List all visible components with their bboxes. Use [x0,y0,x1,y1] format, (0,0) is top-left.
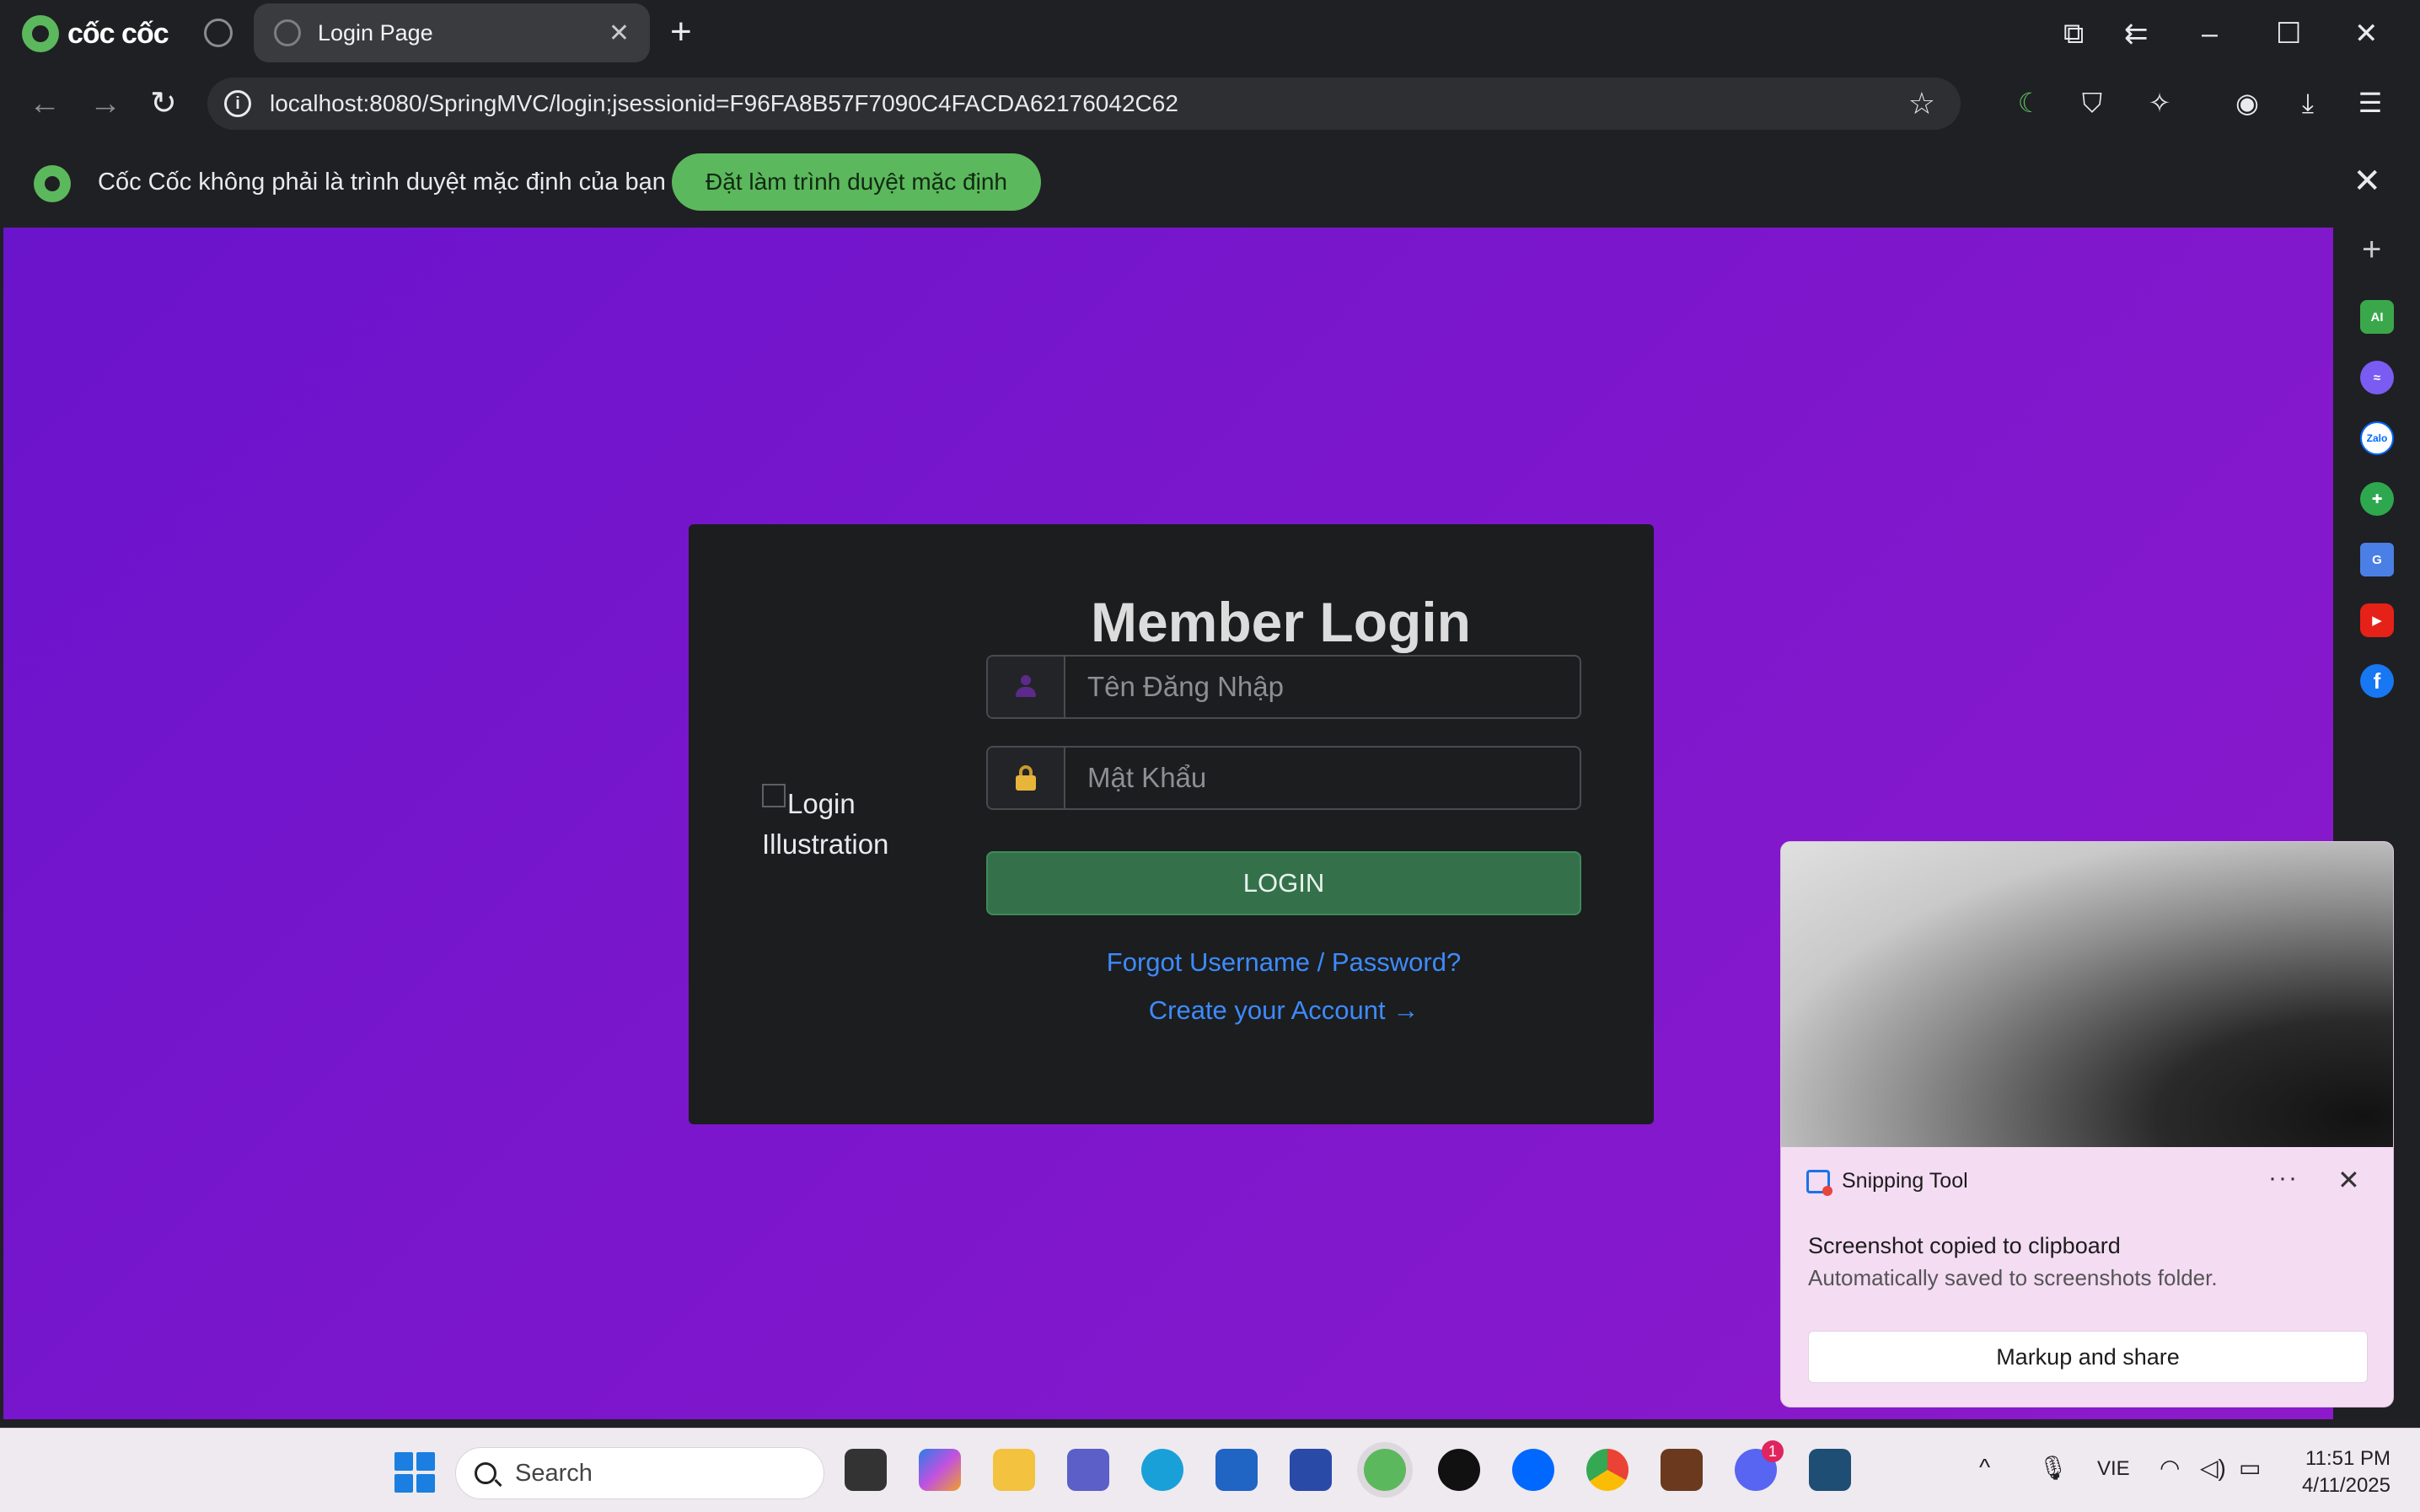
discord-badge: 1 [1762,1440,1784,1462]
game-app-icon[interactable] [1661,1449,1703,1491]
microphone-icon[interactable]: 🎙 [2038,1454,2069,1482]
search-label: Search [515,1459,593,1487]
infobar-message: Cốc Cốc không phải là trình duyệt mặc đị… [98,169,666,196]
notification-header: Snipping Tool [1806,1169,1968,1196]
windows-start-icon[interactable] [394,1452,435,1493]
file-explorer-icon[interactable] [993,1449,1035,1491]
zalo-taskbar-icon[interactable] [1512,1449,1554,1491]
youtube-icon[interactable]: ▶ [2360,603,2394,637]
minimize-icon[interactable]: – [2202,13,2218,54]
messenger-icon[interactable]: ≈ [2360,361,2394,394]
extensions-puzzle-icon[interactable]: ✧ [2143,86,2176,120]
snipping-tool-icon [1806,1169,1832,1196]
forward-arrow-icon[interactable]: → [89,84,121,123]
username-field [986,655,1581,719]
windows-taskbar: Search 1 ^ 🎙 VIE ◠ ◁) ▭ 11:51 PM 4/11/20… [0,1428,2420,1512]
taskbar-search[interactable]: Search [455,1447,824,1499]
browser-toolbar: ← → ↻ i localhost:8080/SpringMVC/login;j… [0,69,2420,138]
tab-bar: cốc cốc Login Page ✕ + ⧉ ⇇ – ☐ ✕ [0,0,2420,69]
search-icon [475,1462,496,1484]
lock-icon [988,748,1065,808]
bookmark-star-icon[interactable]: ☆ [1908,86,1935,121]
mysql-workbench-icon[interactable] [1809,1449,1851,1491]
teams-icon[interactable] [1067,1449,1109,1491]
volume-icon[interactable]: ◁) [2200,1454,2226,1482]
login-illustration-image: Login Illustration [762,784,922,865]
close-window-icon[interactable]: ✕ [2354,13,2379,54]
task-view-icon[interactable] [845,1449,887,1491]
forgot-password-link[interactable]: Forgot Username / Password? [986,947,1581,978]
tab-list-icon[interactable]: ⇇ [2124,13,2149,54]
password-field [986,746,1581,810]
login-button[interactable]: LOGIN [986,851,1581,915]
notification-subtitle: Automatically saved to screenshots folde… [1808,1265,2218,1290]
notification-title: Screenshot copied to clipboard [1808,1233,2121,1258]
username-input[interactable] [1065,657,1580,717]
default-browser-infobar: Cốc Cốc không phải là trình duyệt mặc đị… [0,138,2420,228]
ai-icon[interactable]: AI [2360,300,2394,334]
url-text[interactable]: localhost:8080/SpringMVC/login;jsessioni… [270,90,1178,117]
language-indicator[interactable]: VIE [2097,1457,2130,1481]
login-card: Login Illustration Member Login LOGIN Fo… [689,524,1654,1124]
create-account-link[interactable]: Create your Account → [986,995,1581,1026]
profile-icon[interactable]: ◉ [2230,86,2264,120]
game-icon[interactable]: ✚ [2360,482,2394,516]
vmware-icon[interactable] [1290,1449,1332,1491]
tab-title: Login Page [318,19,433,46]
maximize-icon[interactable]: ☐ [2276,13,2301,54]
zalo-icon[interactable]: Zalo [2360,421,2394,455]
infobar-close-icon[interactable]: ✕ [2353,162,2381,201]
coccoc-infobar-logo-icon [34,165,71,202]
chrome-icon[interactable] [1586,1449,1629,1491]
browser-brand[interactable]: cốc cốc [22,13,169,54]
snipping-tool-notification[interactable]: Snipping Tool ··· ✕ Screenshot copied to… [1780,841,2394,1407]
copilot-icon[interactable] [919,1449,961,1491]
taskbar-clock[interactable]: 11:51 PM 4/11/2025 [2289,1445,2390,1499]
notification-more-icon[interactable]: ··· [2268,1164,2299,1193]
markup-and-share-button[interactable]: Markup and share [1808,1331,2368,1383]
shield-icon[interactable]: ⛉ [2075,86,2109,120]
notification-close-icon[interactable]: ✕ [2337,1164,2360,1196]
tab-favicon-icon [274,19,301,46]
browser-brand-text: cốc cốc [67,17,169,50]
new-tab-button[interactable]: + [670,12,692,52]
side-panel-add-icon[interactable]: + [2362,231,2381,269]
wifi-icon[interactable]: ◠ [2160,1454,2180,1482]
site-info-icon[interactable]: i [224,90,251,117]
dark-mode-moon-icon[interactable]: ☾ [2013,86,2047,120]
download-icon[interactable]: ⤓ [2291,86,2325,120]
address-bar[interactable]: i localhost:8080/SpringMVC/login;jsessio… [207,78,1961,130]
battery-icon[interactable]: ▭ [2239,1454,2261,1482]
user-icon [988,657,1065,717]
reload-icon[interactable]: ↻ [150,84,177,123]
notification-app-name: Snipping Tool [1842,1169,1968,1193]
menu-icon[interactable]: ☰ [2353,86,2387,120]
microsoft-store-icon[interactable] [1215,1449,1258,1491]
tab-close-icon[interactable]: ✕ [609,19,630,48]
clock-time: 11:51 PM [2305,1447,2390,1470]
coccoc-taskbar-icon[interactable] [1364,1449,1406,1491]
edge-icon[interactable] [1141,1449,1183,1491]
tab-login-page[interactable]: Login Page ✕ [254,3,650,62]
coccoc-logo-icon [22,15,59,52]
facebook-icon[interactable]: f [2360,664,2394,698]
screen-capture-icon[interactable]: ⧉ [2063,13,2084,54]
screenshot-preview[interactable] [1781,842,2393,1147]
translate-icon[interactable]: G [2360,543,2394,576]
password-input[interactable] [1065,748,1580,808]
globe-icon[interactable] [204,19,233,47]
back-arrow-icon[interactable]: ← [29,84,61,123]
discord-icon[interactable]: 1 [1735,1440,1784,1491]
login-title: Member Login [1090,591,1471,653]
tiktok-icon[interactable] [1438,1449,1480,1491]
show-hidden-icons-chevron-icon[interactable]: ^ [1979,1454,1990,1481]
set-default-browser-button[interactable]: Đặt làm trình duyệt mặc định [672,153,1041,211]
clock-date: 4/11/2025 [2302,1474,2390,1497]
